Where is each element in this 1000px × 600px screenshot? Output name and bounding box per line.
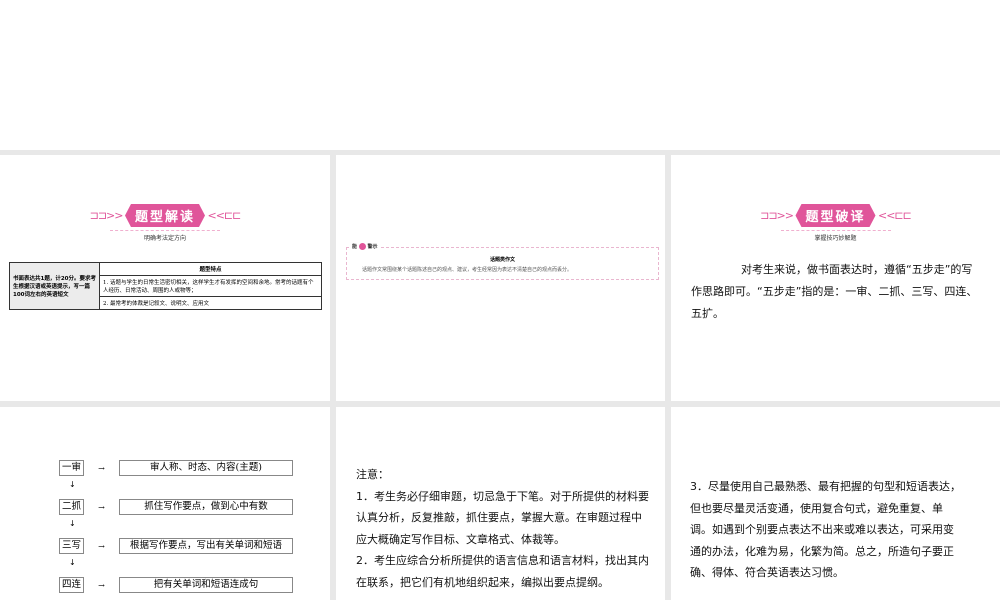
arrow-down-icon: ↓ — [69, 558, 76, 567]
label-pre: 能 — [352, 244, 358, 250]
section-banner: ⊐⊐>> 题型破译 <<⊏⊏ 掌握技巧妙解题 — [671, 204, 1000, 242]
step-label: 四连 — [59, 577, 84, 593]
flow-row: 三写 → 根据写作要点，写出有关单词和短语 — [59, 538, 293, 554]
warning-body: 话题作文常围绕某个话题陈述自己的观点、建议，考生经常因为表达不清楚自己的观点而丢… — [362, 267, 573, 273]
arrows-icon: <<⊏⊏ — [875, 209, 912, 222]
arrow-down-icon: ↓ — [69, 519, 76, 528]
arrow-down-icon: ↓ — [69, 480, 76, 489]
slide-thumbnail-5[interactable]: 注意： 1．考生务必仔细审题，切忌急于下笔。对于所提供的材料要认真分析，反复推敲… — [336, 407, 665, 600]
intro-paragraph: 对考生来说，做书面表达时，遵循“五步走”的写作思路即可。“五步走”指的是：一审、… — [691, 263, 978, 320]
flow-row: 一审 → 审人称、时态、内容(主题) — [59, 460, 293, 476]
label-post: 警示 — [367, 244, 378, 250]
arrow-right-icon: → — [98, 502, 105, 512]
step-label: 一审 — [59, 460, 84, 476]
step-label: 二抓 — [59, 499, 84, 515]
slide-thumbnail-3[interactable]: ⊐⊐>> 题型破译 <<⊏⊏ 掌握技巧妙解题 对考生来说，做书面表达时，遵循“五… — [671, 155, 1000, 401]
arrows-icon: <<⊏⊏ — [205, 209, 241, 222]
step-desc: 审人称、时态、内容(主题) — [119, 460, 293, 476]
step-desc: 抓住写作要点，做到心中有数 — [119, 499, 293, 515]
banner-title: 题型破译 — [795, 204, 875, 227]
section-banner: ⊐⊐>> 题型解读 <<⊏⊏ 明确考法定方向 — [0, 204, 330, 242]
table-item: 2. 最常考的体裁是记叙文、说明文、应用文 — [99, 296, 322, 310]
banner-title: 题型解读 — [125, 204, 205, 227]
pink-dot-icon — [358, 243, 366, 250]
table-header: 题型特点 — [99, 262, 322, 276]
note-1: 1．考生务必仔细审题，切忌急于下笔。对于所提供的材料要认真分析，反复推敲，抓住要… — [356, 489, 649, 546]
notes-text: 注意： 1．考生务必仔细审题，切忌急于下笔。对于所提供的材料要认真分析，反复推敲… — [356, 464, 651, 593]
blank-header-area — [0, 0, 1000, 150]
arrows-icon: ⊐⊐>> — [89, 209, 125, 222]
arrows-icon: ⊐⊐>> — [760, 209, 796, 222]
slide-thumbnail-1[interactable]: ⊐⊐>> 题型解读 <<⊏⊏ 明确考法定方向 书面表达共1题，计20分。要求考生… — [0, 155, 330, 401]
step-label: 三写 — [59, 538, 84, 554]
note-2: 2．考生应综合分析所提供的语言信息和语言材料，找出其内在联系，把它们有机地组织起… — [356, 554, 649, 589]
warning-box: 能 警示 话题类作文 话题作文常围绕某个话题陈述自己的观点、建议，考生经常因为表… — [346, 243, 659, 280]
table-item: 1. 话题与学生的日常生活密切相关，这样学生才有发挥的空间和余地。常考的话题有个… — [99, 275, 322, 297]
banner-subtitle: 明确考法定方向 — [110, 230, 220, 242]
slide-thumbnail-2[interactable]: 能 警示 话题类作文 话题作文常围绕某个话题陈述自己的观点、建议，考生经常因为表… — [336, 155, 665, 401]
step-desc: 把有关单词和短语连成句 — [119, 577, 293, 593]
slide-thumbnail-4[interactable]: 一审 → 审人称、时态、内容(主题) ↓ 二抓 → 抓住写作要点，做到心中有数 ↓ 三写… — [0, 407, 330, 600]
table-left-cell: 书面表达共1题，计20分。要求考生根据汉语或英语提示，写一篇100词左右的英语短… — [9, 262, 100, 310]
warning-title: 话题类作文 — [489, 257, 515, 263]
slide-thumbnail-6[interactable]: 3．尽量使用自己最熟悉、最有把握的句型和短语表达，但也要尽量灵活变通，使用复合句… — [671, 407, 1000, 600]
flow-row: 四连 → 把有关单词和短语连成句 — [59, 577, 293, 593]
notes-heading: 注意： — [356, 468, 389, 481]
note-3: 3．尽量使用自己最熟悉、最有把握的句型和短语表达，但也要尽量灵活变通，使用复合句… — [690, 480, 961, 579]
arrow-right-icon: → — [98, 541, 105, 551]
feature-table: 书面表达共1题，计20分。要求考生根据汉语或英语提示，写一篇100词左右的英语短… — [9, 262, 322, 310]
arrow-right-icon: → — [98, 463, 105, 473]
step-desc: 根据写作要点，写出有关单词和短语 — [119, 538, 293, 554]
arrow-right-icon: → — [98, 580, 105, 590]
warning-label: 能 警示 — [350, 243, 380, 250]
flow-row: 二抓 → 抓住写作要点，做到心中有数 — [59, 499, 293, 515]
banner-subtitle: 掌握技巧妙解题 — [780, 230, 891, 242]
